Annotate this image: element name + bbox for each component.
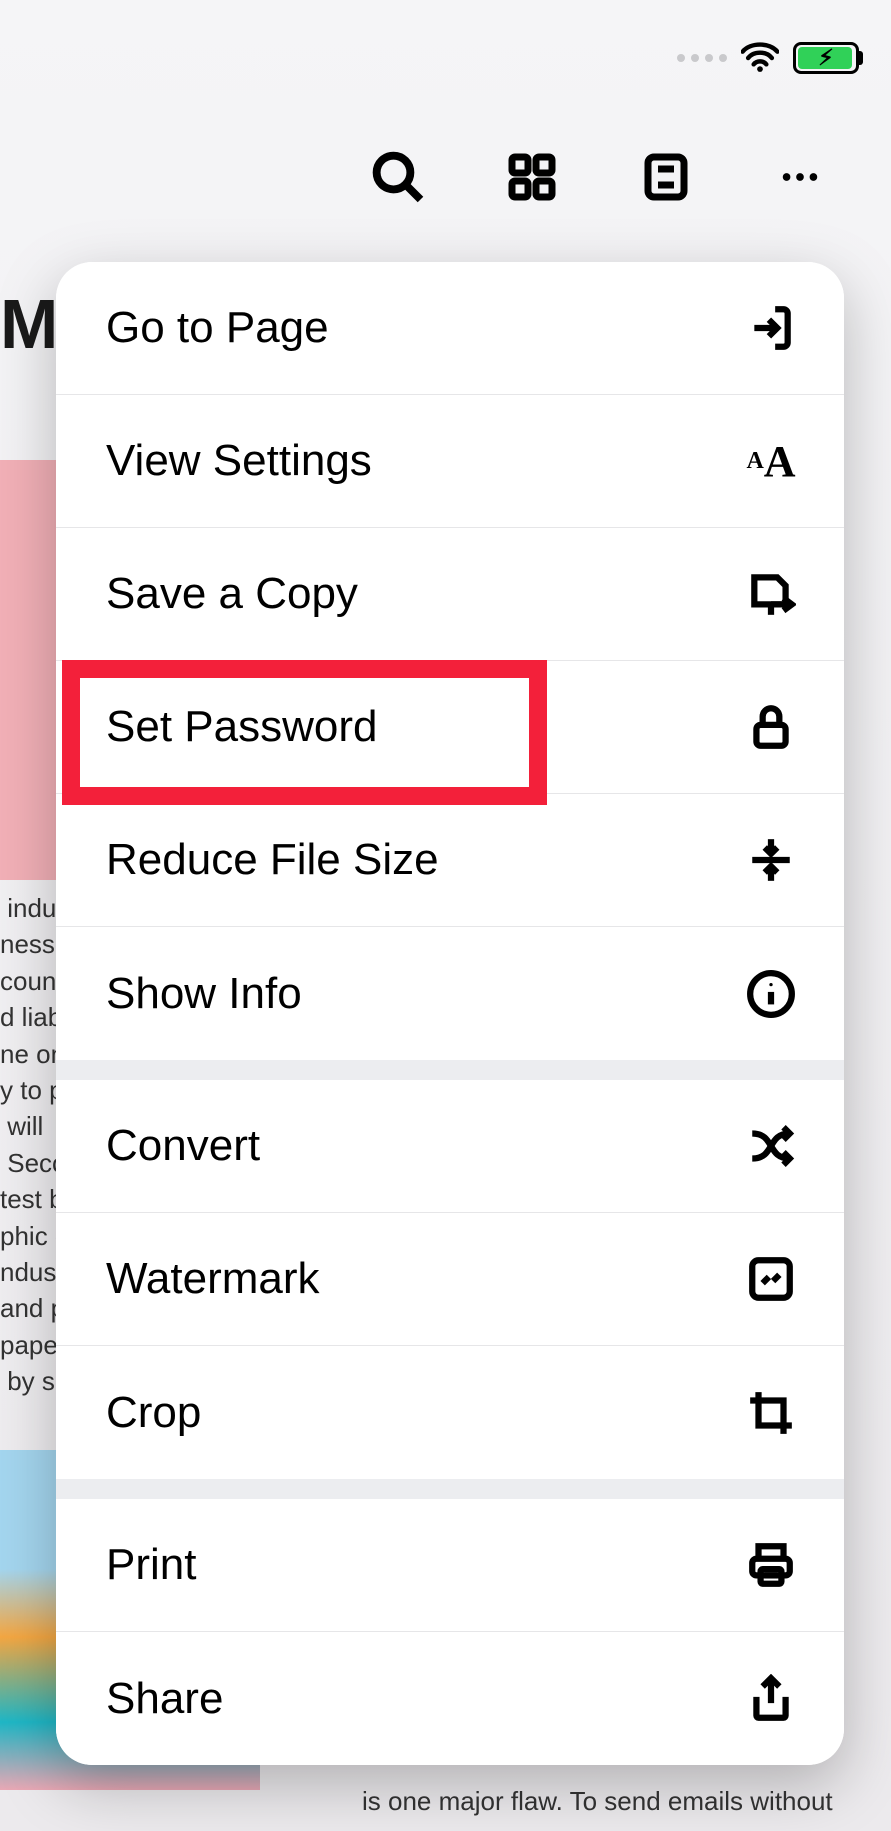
cellular-dots-icon <box>677 54 727 62</box>
status-bar: ⚡︎ <box>677 42 859 74</box>
background-below-text: is one major flaw. To send emails withou… <box>362 1786 833 1817</box>
menu-item-save-copy[interactable]: Save a Copy <box>56 528 844 661</box>
background-text: indus nesses count d liab ne one y to p … <box>0 890 56 1399</box>
menu-item-label: Share <box>106 1674 223 1724</box>
search-button[interactable] <box>369 148 427 206</box>
watermark-icon <box>744 1252 798 1306</box>
menu-item-watermark[interactable]: Watermark <box>56 1213 844 1346</box>
background-title: M <box>0 284 60 364</box>
menu-item-label: Convert <box>106 1121 260 1171</box>
grid-view-button[interactable] <box>503 148 561 206</box>
search-icon <box>371 150 425 204</box>
text-size-icon: AA <box>744 434 798 488</box>
convert-icon <box>744 1119 798 1173</box>
menu-item-show-info[interactable]: Show Info <box>56 927 844 1060</box>
menu-item-share[interactable]: Share <box>56 1632 844 1765</box>
menu-item-label: Print <box>106 1540 196 1590</box>
info-icon <box>744 967 798 1021</box>
go-to-page-icon <box>744 301 798 355</box>
lock-icon <box>744 700 798 754</box>
menu-item-label: Crop <box>106 1388 201 1438</box>
menu-item-label: Show Info <box>106 969 302 1019</box>
document-button[interactable] <box>637 148 695 206</box>
more-icon <box>777 154 823 200</box>
document-icon <box>642 153 690 201</box>
background-image <box>0 460 56 880</box>
menu-item-label: View Settings <box>106 436 372 486</box>
share-icon <box>744 1672 798 1726</box>
menu-item-reduce-size[interactable]: Reduce File Size <box>56 794 844 927</box>
action-menu: Go to Page View Settings AA Save a Copy … <box>56 262 844 1765</box>
menu-item-set-password[interactable]: Set Password <box>56 661 844 794</box>
wifi-icon <box>741 42 779 74</box>
toolbar <box>369 148 829 206</box>
grid-icon <box>508 153 556 201</box>
menu-item-view-settings[interactable]: View Settings AA <box>56 395 844 528</box>
menu-item-label: Set Password <box>106 702 377 752</box>
menu-item-label: Watermark <box>106 1254 320 1304</box>
menu-item-label: Save a Copy <box>106 569 358 619</box>
menu-item-label: Reduce File Size <box>106 835 439 885</box>
crop-icon <box>744 1386 798 1440</box>
menu-item-print[interactable]: Print <box>56 1499 844 1632</box>
menu-item-go-to-page[interactable]: Go to Page <box>56 262 844 395</box>
battery-charging-icon: ⚡︎ <box>793 42 859 74</box>
compress-icon <box>744 833 798 887</box>
save-icon <box>744 567 798 621</box>
menu-item-label: Go to Page <box>106 303 329 353</box>
more-button[interactable] <box>771 148 829 206</box>
print-icon <box>744 1538 798 1592</box>
menu-item-crop[interactable]: Crop <box>56 1346 844 1479</box>
menu-item-convert[interactable]: Convert <box>56 1080 844 1213</box>
